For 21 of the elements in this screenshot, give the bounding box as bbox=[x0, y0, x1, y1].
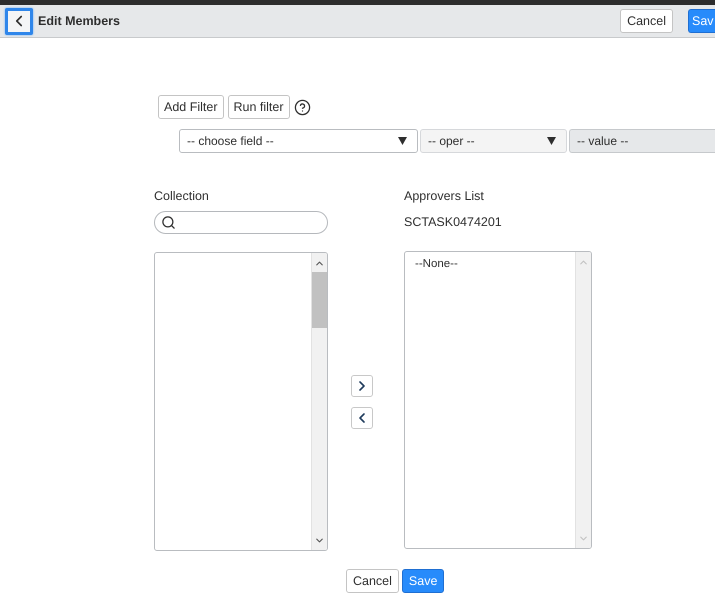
help-icon[interactable] bbox=[294, 98, 311, 116]
scrollbar[interactable] bbox=[311, 253, 327, 550]
scrollbar-thumb[interactable] bbox=[312, 272, 327, 328]
run-filter-button[interactable]: Run filter bbox=[228, 95, 290, 119]
add-filter-button[interactable]: Add Filter bbox=[158, 95, 224, 119]
approvers-label: Approvers List bbox=[404, 189, 484, 204]
record-number: SCTASK0474201 bbox=[404, 215, 502, 230]
move-right-button[interactable] bbox=[351, 374, 373, 396]
search-icon bbox=[161, 215, 176, 230]
back-button[interactable] bbox=[5, 8, 33, 34]
page-title: Edit Members bbox=[38, 14, 120, 28]
select-field[interactable]: -- choose field -- bbox=[179, 129, 418, 153]
caret-icon bbox=[547, 137, 556, 145]
cancel-button[interactable]: Cancel bbox=[620, 9, 673, 33]
select-list[interactable]: --None-- bbox=[404, 251, 592, 549]
move-left-button[interactable] bbox=[351, 406, 373, 428]
caret-icon bbox=[398, 137, 407, 145]
collection-label: Collection bbox=[154, 189, 209, 204]
search-field[interactable] bbox=[154, 211, 328, 234]
list-option[interactable]: --None-- bbox=[411, 257, 462, 271]
cancel-button[interactable]: Cancel bbox=[346, 569, 399, 593]
